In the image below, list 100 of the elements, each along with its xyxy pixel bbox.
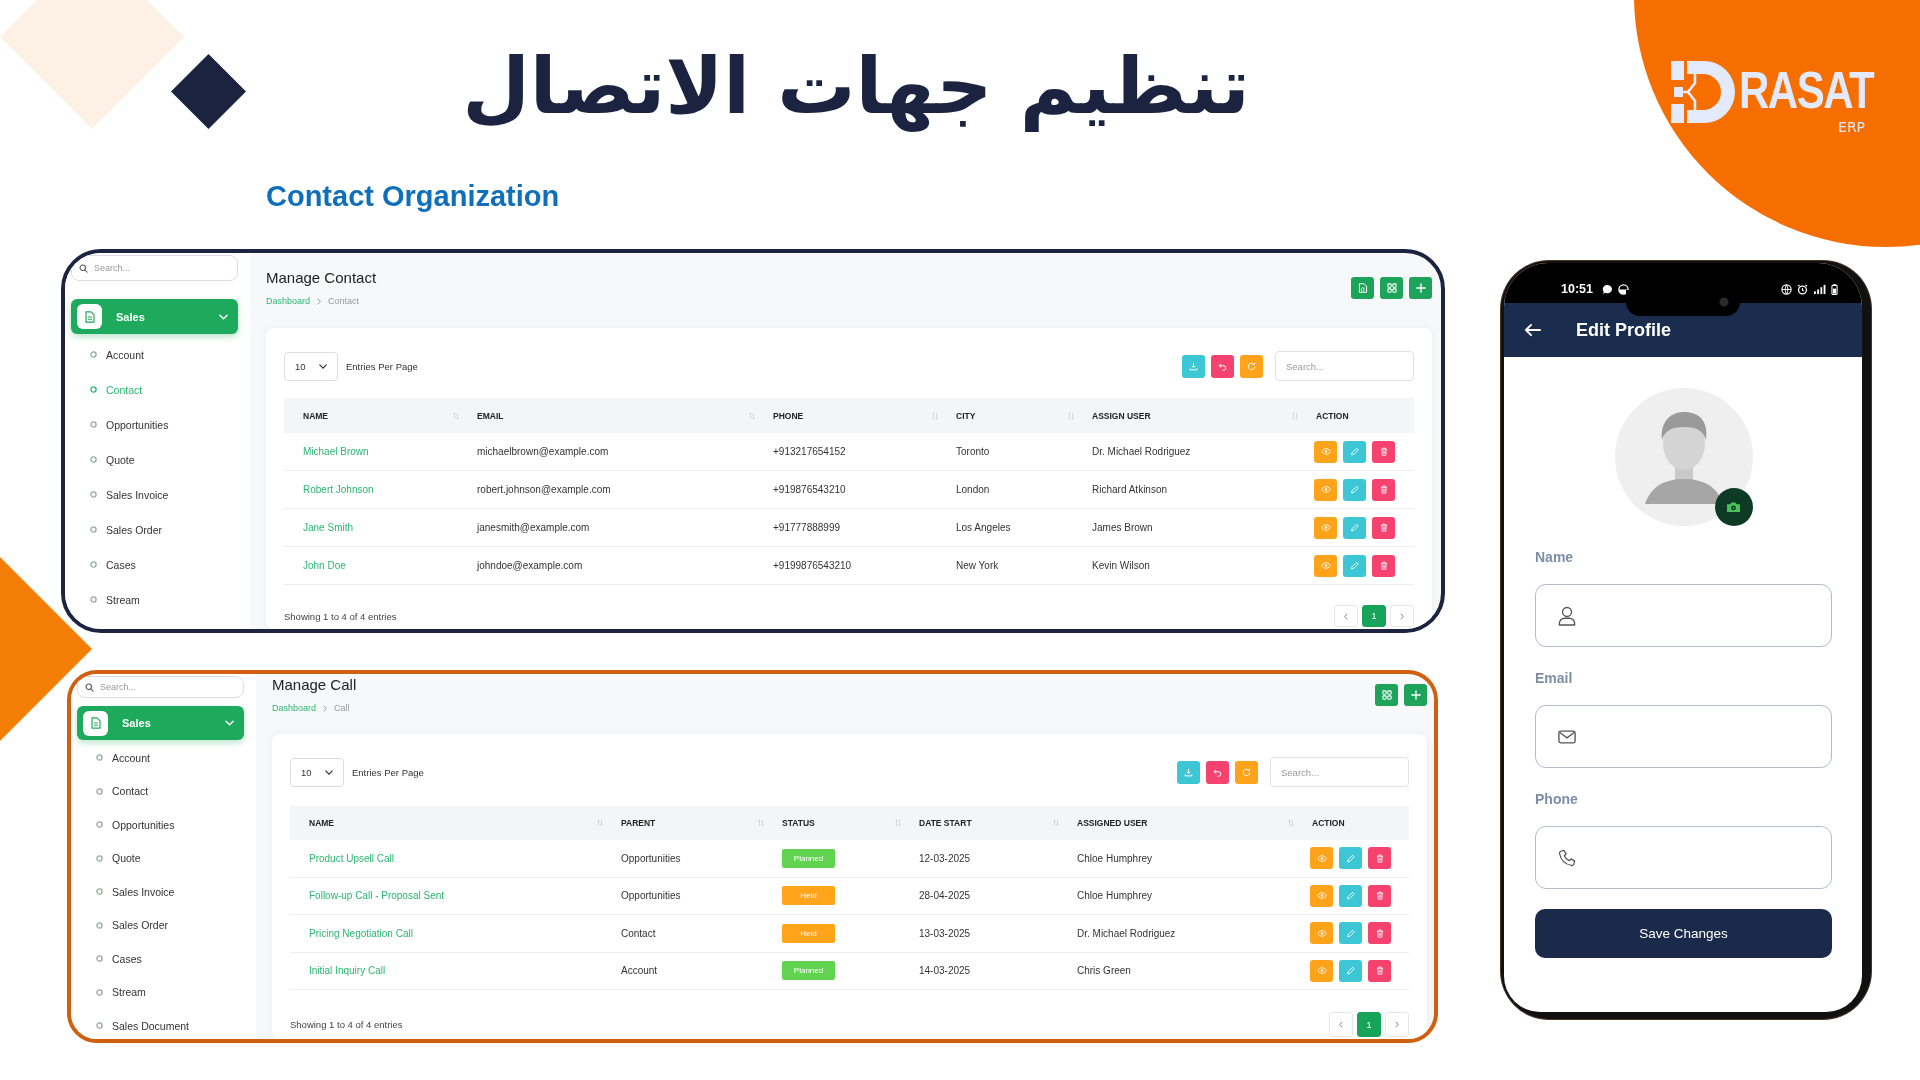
undo-button[interactable] <box>1206 760 1229 784</box>
undo-button[interactable] <box>1211 354 1234 378</box>
download-button[interactable] <box>1177 760 1200 784</box>
sidebar-item[interactable]: Stream <box>77 975 244 1009</box>
sidebar-item[interactable]: Contact <box>77 774 244 808</box>
sidebar-item[interactable]: Quote <box>71 442 238 477</box>
sidebar-item[interactable]: Opportunities <box>71 407 238 442</box>
trash-icon <box>1374 853 1385 863</box>
view-button[interactable] <box>1310 959 1333 982</box>
camera-icon[interactable] <box>1714 488 1753 526</box>
sort-icon[interactable] <box>1068 411 1074 420</box>
sidebar-search-field[interactable]: Search... <box>71 255 238 281</box>
sort-icon[interactable] <box>453 411 459 420</box>
next-page-button[interactable] <box>1390 605 1414 627</box>
save-changes-button[interactable]: Save Changes <box>1535 909 1832 958</box>
table-cell: Dr. Michael Rodriguez <box>1077 927 1176 939</box>
undo-arrow-icon <box>1218 361 1227 371</box>
eye-icon <box>1316 891 1327 901</box>
view-button[interactable] <box>1314 440 1337 463</box>
pencil-icon <box>1349 561 1360 570</box>
sidebar-item[interactable]: Sales Document <box>77 1009 244 1039</box>
sort-icon[interactable] <box>1292 411 1298 420</box>
add-button[interactable] <box>1404 684 1427 706</box>
sidebar-item[interactable]: Sales Order <box>77 908 244 942</box>
sidebar-item[interactable]: Account <box>77 741 244 775</box>
view-button[interactable] <box>1314 516 1337 539</box>
delete-button[interactable] <box>1372 516 1395 539</box>
add-button[interactable] <box>1409 277 1432 299</box>
edit-button[interactable] <box>1343 554 1366 577</box>
delete-button[interactable] <box>1372 554 1395 577</box>
bullet-icon <box>90 526 97 533</box>
page-size-select[interactable]: 10 <box>284 351 338 381</box>
page-size-select[interactable]: 10 <box>290 757 344 787</box>
trash-icon <box>1378 561 1389 570</box>
chevron-right-icon <box>1400 612 1404 620</box>
table-search-field[interactable]: Search... <box>1275 351 1414 381</box>
undo-arrow-icon <box>1213 767 1222 777</box>
sidebar-item[interactable]: Cases <box>71 547 238 582</box>
download-button[interactable] <box>1182 354 1205 378</box>
refresh-button[interactable] <box>1240 354 1263 378</box>
edit-button[interactable] <box>1339 959 1362 982</box>
grid-icon <box>1381 690 1392 700</box>
sort-icon[interactable] <box>932 411 938 420</box>
chevron-down-icon <box>325 769 333 775</box>
sidebar-item[interactable]: Account <box>71 337 238 372</box>
sort-icon[interactable] <box>749 411 755 420</box>
breadcrumb-current: Call <box>334 702 350 714</box>
sidebar-item[interactable]: Cases <box>77 942 244 976</box>
previous-page-button[interactable] <box>1329 1012 1353 1037</box>
edit-button[interactable] <box>1343 440 1366 463</box>
sidebar-item[interactable]: Stream <box>71 582 238 617</box>
delete-button[interactable] <box>1372 440 1395 463</box>
refresh-button[interactable] <box>1235 760 1258 784</box>
file-button[interactable] <box>1351 277 1374 299</box>
edit-button[interactable] <box>1343 516 1366 539</box>
column-header: EMAIL <box>477 410 504 421</box>
table-search-field[interactable]: Search... <box>1270 757 1409 787</box>
screen-title: Edit Profile <box>1576 319 1671 341</box>
sort-icon[interactable] <box>895 819 901 827</box>
delete-button[interactable] <box>1368 847 1391 870</box>
phone-field[interactable] <box>1535 826 1832 889</box>
view-button[interactable] <box>1310 847 1333 870</box>
delete-button[interactable] <box>1368 884 1391 907</box>
delete-button[interactable] <box>1368 922 1391 945</box>
sort-icon[interactable] <box>1288 819 1294 827</box>
grid-view-button[interactable] <box>1375 684 1398 706</box>
table-cell: 14-03-2025 <box>919 965 971 977</box>
delete-button[interactable] <box>1368 959 1391 982</box>
view-button[interactable] <box>1314 554 1337 577</box>
edit-button[interactable] <box>1339 847 1362 870</box>
table-cell: Toronto <box>956 446 990 457</box>
view-button[interactable] <box>1310 922 1333 945</box>
email-field[interactable] <box>1535 705 1832 768</box>
bullet-icon <box>96 754 103 762</box>
sidebar-item[interactable]: Opportunities <box>77 808 244 842</box>
view-button[interactable] <box>1314 478 1337 501</box>
edit-button[interactable] <box>1339 922 1362 945</box>
next-page-button[interactable] <box>1385 1012 1409 1037</box>
name-field[interactable] <box>1535 584 1832 647</box>
sidebar-item[interactable]: Sales Invoice <box>71 477 238 512</box>
column-header: NAME <box>309 818 335 828</box>
view-button[interactable] <box>1310 884 1333 907</box>
column-header: CITY <box>956 410 976 421</box>
sort-icon[interactable] <box>758 819 764 827</box>
bullet-icon <box>90 596 97 603</box>
delete-button[interactable] <box>1372 478 1395 501</box>
edit-button[interactable] <box>1339 884 1362 907</box>
back-arrow-icon[interactable] <box>1524 323 1541 337</box>
previous-page-button[interactable] <box>1334 605 1358 627</box>
sort-icon[interactable] <box>1053 819 1059 827</box>
sidebar-item[interactable]: Sales Order <box>71 512 238 547</box>
person-icon <box>1558 605 1576 626</box>
edit-button[interactable] <box>1343 478 1366 501</box>
sort-icon[interactable] <box>597 819 603 827</box>
sidebar-search-field[interactable]: Search... <box>77 676 244 698</box>
table-cell: +9199876543210 <box>773 560 852 571</box>
sidebar-item[interactable]: Quote <box>77 841 244 875</box>
refresh-icon <box>1242 767 1251 777</box>
sidebar-item[interactable]: Sales Invoice <box>77 875 244 909</box>
grid-view-button[interactable] <box>1380 277 1403 299</box>
